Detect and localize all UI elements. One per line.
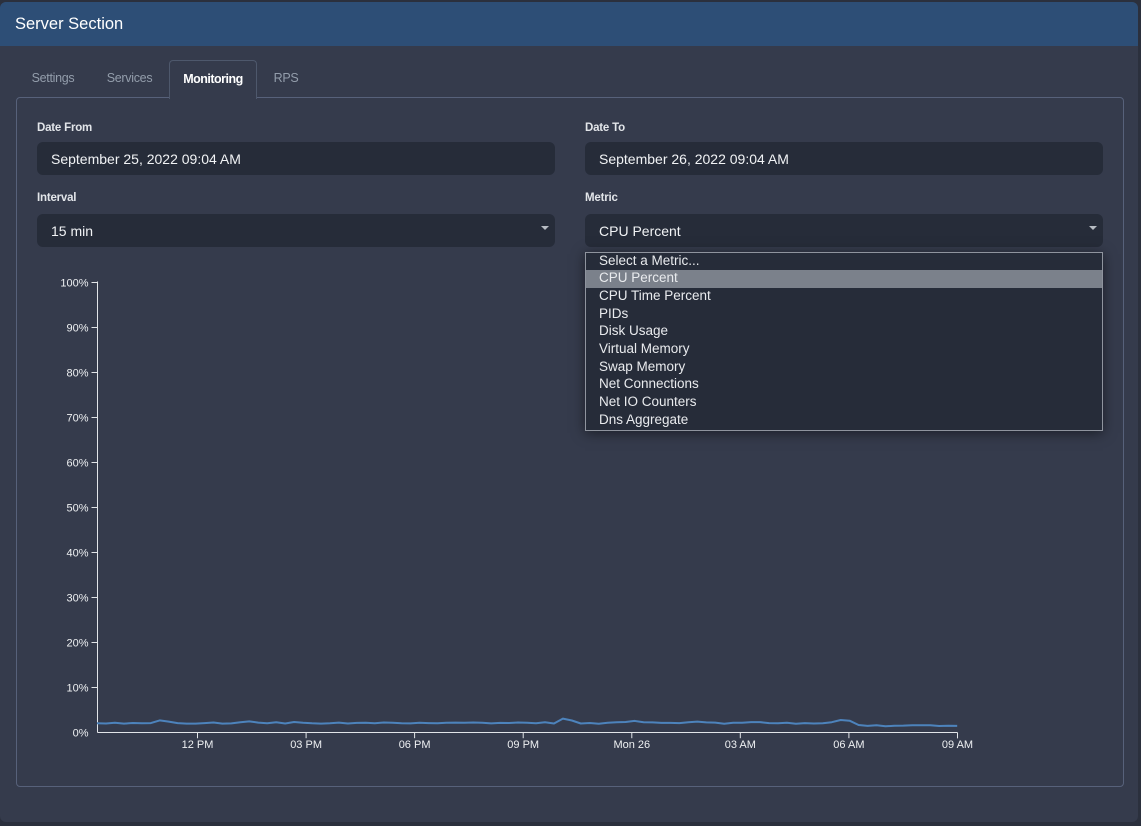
- svg-text:20%: 20%: [66, 638, 88, 650]
- svg-text:06 AM: 06 AM: [833, 739, 864, 751]
- svg-text:10%: 10%: [66, 683, 88, 695]
- svg-text:50%: 50%: [66, 503, 88, 515]
- svg-text:03 PM: 03 PM: [290, 739, 322, 751]
- svg-text:03 AM: 03 AM: [725, 739, 756, 751]
- svg-text:Mon 26: Mon 26: [613, 739, 650, 751]
- svg-text:12 PM: 12 PM: [182, 739, 214, 751]
- svg-text:06 PM: 06 PM: [399, 739, 431, 751]
- svg-text:0%: 0%: [73, 728, 89, 740]
- svg-text:60%: 60%: [66, 458, 88, 470]
- svg-text:09 AM: 09 AM: [942, 739, 973, 751]
- svg-text:40%: 40%: [66, 548, 88, 560]
- svg-text:70%: 70%: [66, 413, 88, 425]
- svg-text:80%: 80%: [66, 368, 88, 380]
- svg-text:100%: 100%: [60, 278, 88, 290]
- svg-text:09 PM: 09 PM: [507, 739, 539, 751]
- svg-text:90%: 90%: [66, 323, 88, 335]
- svg-text:30%: 30%: [66, 593, 88, 605]
